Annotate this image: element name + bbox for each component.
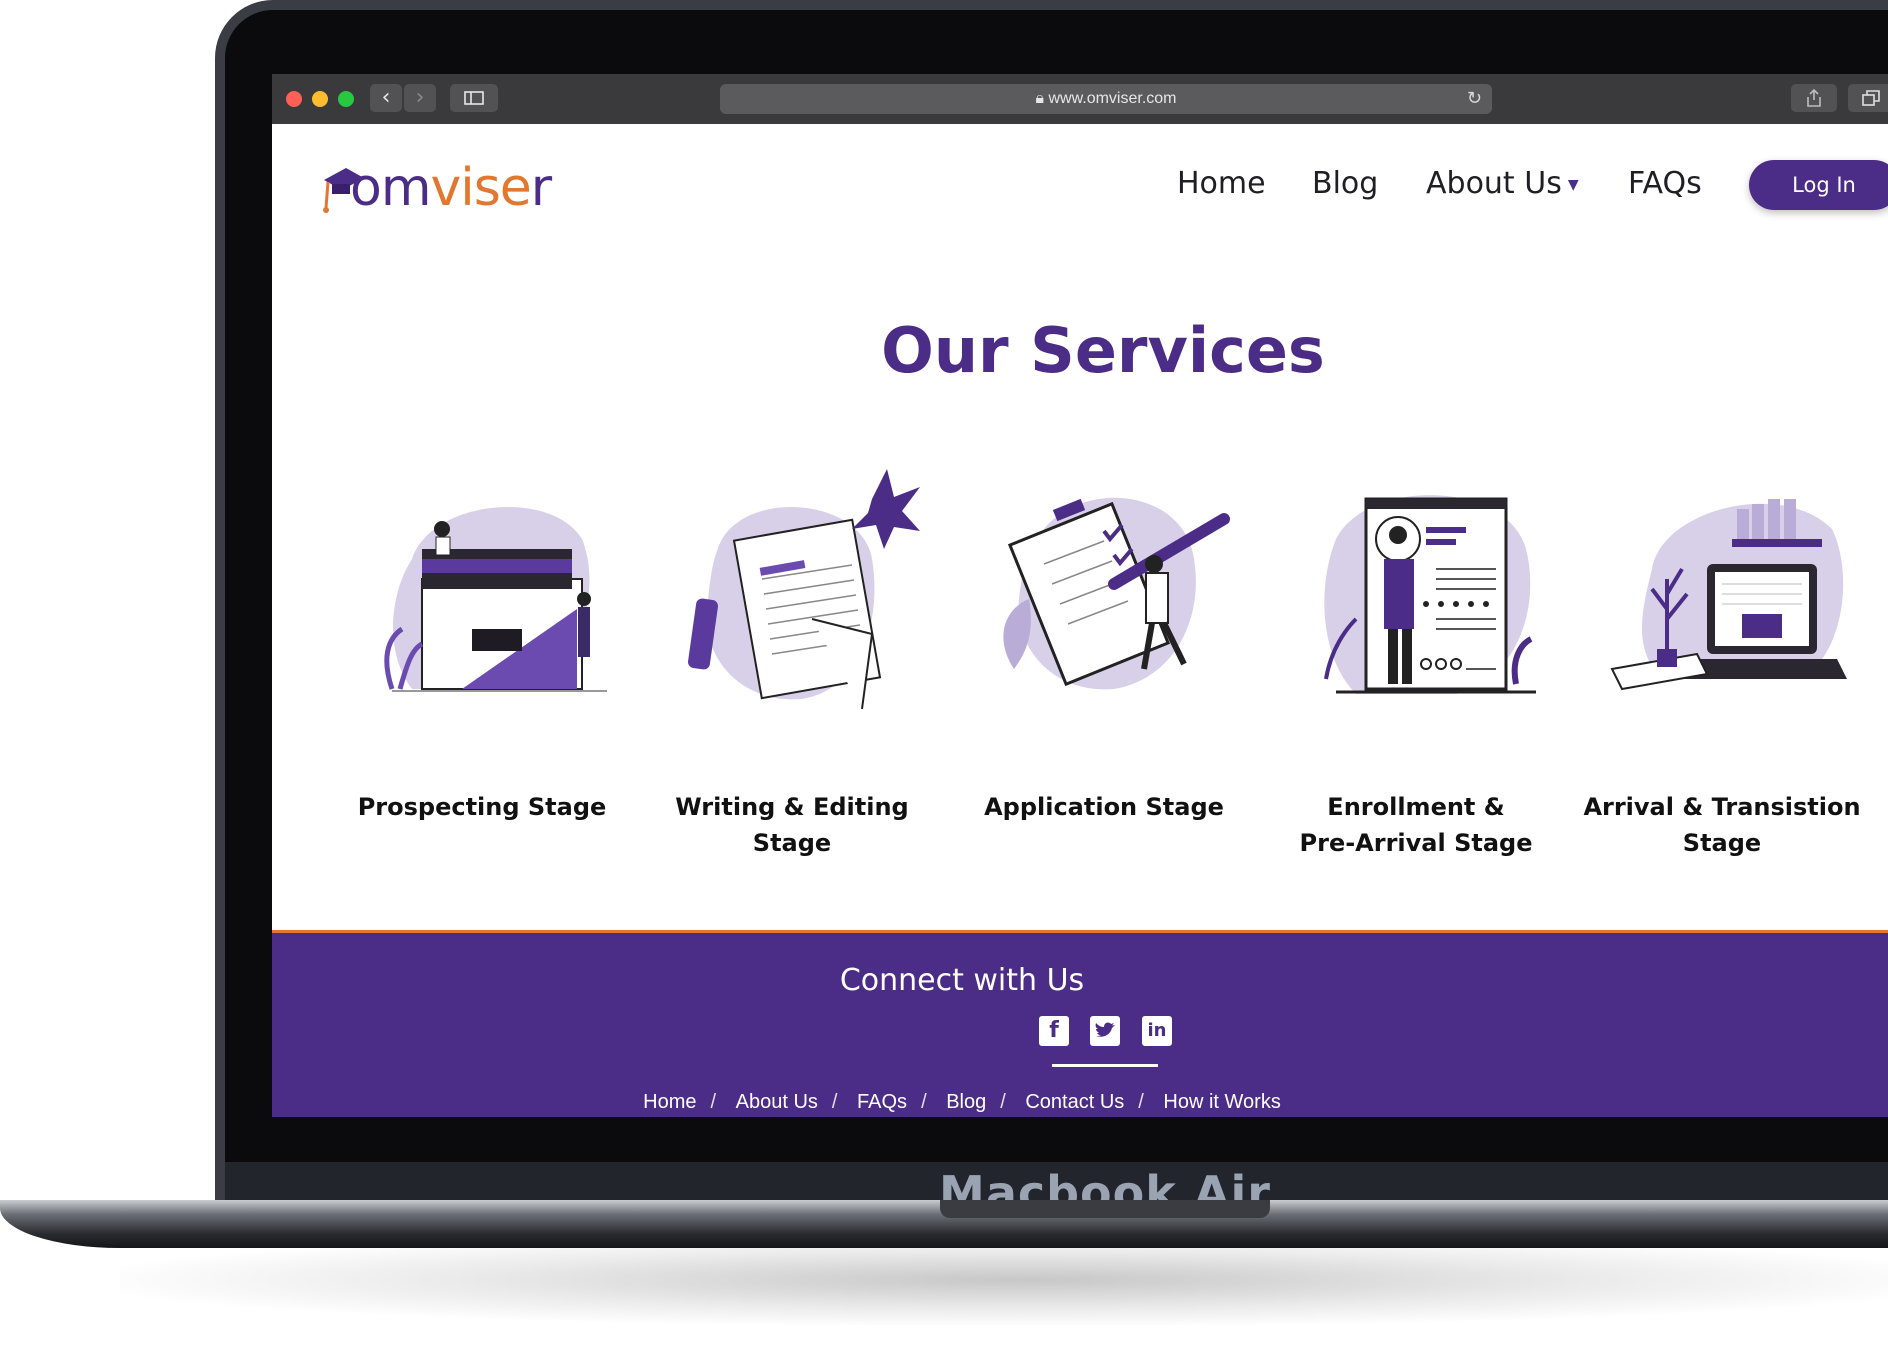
close-window-button[interactable] bbox=[286, 91, 302, 107]
service-card-arrival[interactable]: Arrival & Transistion Stage bbox=[1572, 469, 1872, 857]
tabs-overview-button[interactable] bbox=[1848, 84, 1888, 112]
service-label: Arrival & Transistion Stage bbox=[1583, 793, 1861, 857]
services-heading: Our Services bbox=[881, 314, 1325, 387]
writing-illustration bbox=[688, 469, 920, 710]
floor-shadow bbox=[120, 1235, 1888, 1325]
enrollment-illustration bbox=[1324, 495, 1536, 694]
prospecting-illustration bbox=[384, 506, 607, 692]
footer-heading: Connect with Us bbox=[839, 963, 1085, 998]
nav-about-dropdown[interactable]: About Us ▼ bbox=[1426, 166, 1579, 201]
caret-down-icon: ▼ bbox=[1567, 176, 1579, 193]
site-footer: Connect with Us f in Home / About Us / FAQ… bbox=[272, 930, 1888, 1117]
nav-faqs-link[interactable]: FAQs bbox=[1628, 166, 1702, 201]
lock-icon: 🔒︎ bbox=[1035, 90, 1049, 107]
tabs-icon bbox=[1862, 90, 1880, 106]
facebook-icon[interactable]: f bbox=[1039, 1016, 1069, 1046]
web-page: omviser Home Blog About Us ▼ FAQs Log In … bbox=[272, 124, 1888, 1117]
browser-toolbar: ‹ › 🔒︎ www.omviser.com ↻ bbox=[272, 74, 1888, 124]
footer-link-blog[interactable]: Blog bbox=[946, 1091, 986, 1114]
footer-links: Home / About Us / FAQs / Blog / Contact Us / … bbox=[272, 1091, 1652, 1114]
url-text: www.omviser.com bbox=[1048, 90, 1177, 107]
footer-divider bbox=[1052, 1064, 1158, 1067]
share-button[interactable] bbox=[1791, 84, 1837, 112]
omviser-logo[interactable]: omviser bbox=[322, 154, 552, 218]
footer-link-how-it-works[interactable]: How it Works bbox=[1163, 1091, 1280, 1114]
service-label: Prospecting Stage bbox=[357, 793, 607, 821]
forward-button[interactable]: › bbox=[404, 84, 436, 112]
link-separator: / bbox=[831, 1091, 838, 1113]
share-icon bbox=[1807, 88, 1821, 107]
link-separator: / bbox=[1000, 1091, 1006, 1113]
chevron-left-icon: ‹ bbox=[381, 85, 391, 110]
link-separator: / bbox=[1138, 1091, 1144, 1113]
linkedin-icon[interactable]: in bbox=[1142, 1016, 1172, 1046]
application-illustration bbox=[1003, 497, 1230, 690]
logo-wordmark: omviser bbox=[350, 158, 552, 218]
service-label-line1: Enrollment & bbox=[1327, 793, 1505, 821]
laptop-notch bbox=[940, 1200, 1270, 1218]
sidebar-toggle-button[interactable] bbox=[450, 84, 498, 112]
service-card-prospecting[interactable]: Prospecting Stage bbox=[332, 469, 632, 821]
footer-link-home[interactable]: Home bbox=[643, 1091, 696, 1114]
login-button[interactable]: Log In bbox=[1749, 160, 1888, 210]
nav-about-label: About Us bbox=[1426, 166, 1562, 201]
minimize-window-button[interactable] bbox=[312, 91, 328, 107]
footer-link-contact[interactable]: Contact Us bbox=[1025, 1091, 1124, 1114]
link-separator: / bbox=[921, 1091, 927, 1113]
sidebar-icon bbox=[464, 91, 484, 105]
link-separator: / bbox=[710, 1091, 717, 1113]
footer-link-about[interactable]: About Us bbox=[736, 1091, 818, 1114]
chevron-right-icon: › bbox=[415, 85, 425, 110]
reload-icon[interactable]: ↻ bbox=[1467, 84, 1482, 114]
service-card-writing[interactable]: Writing & Editing Stage bbox=[642, 469, 942, 857]
twitter-icon[interactable] bbox=[1090, 1016, 1120, 1046]
footer-link-faqs[interactable]: FAQs bbox=[857, 1091, 907, 1114]
service-label-line2: Pre-Arrival Stage bbox=[1299, 829, 1533, 857]
nav-home-link[interactable]: Home bbox=[1177, 166, 1266, 201]
back-button[interactable]: ‹ bbox=[370, 84, 402, 112]
arrival-illustration bbox=[1610, 499, 1847, 691]
maximize-window-button[interactable] bbox=[338, 91, 354, 107]
service-card-enrollment[interactable]: Enrollment & Pre-Arrival Stage bbox=[1266, 469, 1566, 857]
service-label: Writing & Editing Stage bbox=[675, 793, 909, 857]
service-card-application[interactable]: Application Stage bbox=[954, 469, 1254, 821]
nav-blog-link[interactable]: Blog bbox=[1312, 166, 1378, 201]
address-bar[interactable]: 🔒︎ www.omviser.com ↻ bbox=[720, 84, 1492, 114]
service-label: Application Stage bbox=[984, 793, 1224, 821]
service-label: Enrollment & Pre-Arrival Stage bbox=[1266, 789, 1566, 861]
